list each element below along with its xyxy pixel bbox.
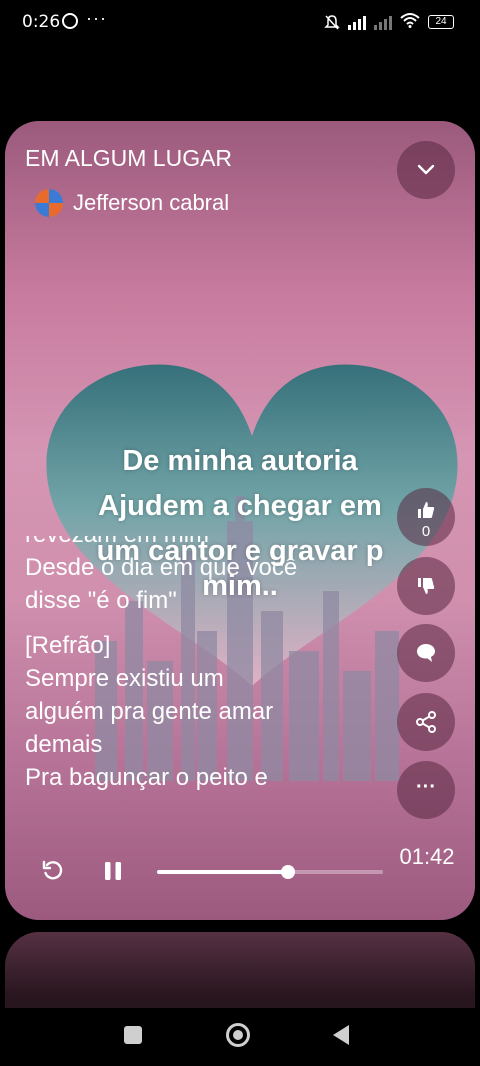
status-bar: 0:26 ··· 24	[0, 0, 480, 46]
lyrics-line: Pra bagunçar o peito e	[25, 764, 268, 791]
progress-handle[interactable]	[281, 865, 296, 879]
artist-name[interactable]: Jefferson cabral	[73, 190, 229, 216]
share-icon	[416, 711, 436, 733]
signal-icon	[348, 14, 366, 30]
status-more-icon: ···	[86, 8, 107, 28]
comment-action[interactable]	[397, 624, 455, 682]
progress-bar[interactable]	[157, 865, 383, 879]
artist-avatar[interactable]	[35, 189, 63, 217]
more-button[interactable]: ···	[397, 761, 455, 819]
status-time: 0:26	[22, 12, 61, 32]
recents-icon[interactable]	[124, 1026, 142, 1044]
share-button[interactable]	[397, 693, 455, 751]
collapse-button[interactable]	[397, 141, 455, 199]
playback-controls: 01:42	[5, 841, 475, 901]
chevron-down-icon	[417, 164, 435, 175]
share-action[interactable]	[397, 693, 455, 751]
bell-muted-icon	[324, 14, 340, 30]
lyrics-line: Sempre existiu um	[25, 665, 224, 692]
comment-button[interactable]	[397, 624, 455, 682]
pause-icon[interactable]	[102, 860, 124, 882]
home-icon[interactable]	[226, 1023, 250, 1047]
wifi-icon	[400, 12, 420, 31]
signal-2-icon	[374, 14, 392, 30]
player-card[interactable]: EM ALGUM LUGAR Jefferson cabral revezam …	[5, 121, 475, 920]
dislike-action[interactable]	[397, 557, 455, 615]
battery-icon: 24	[428, 14, 454, 29]
song-title: EM ALGUM LUGAR	[25, 145, 233, 171]
comment-icon	[417, 644, 435, 662]
progress-fill	[157, 870, 289, 874]
like-action[interactable]: 0	[397, 488, 455, 546]
like-count: 0	[421, 523, 431, 540]
lyrics-section: [Refrão]	[25, 632, 111, 659]
more-action[interactable]: ···	[397, 761, 455, 819]
dislike-button[interactable]	[397, 557, 455, 615]
whatsapp-icon	[62, 13, 78, 29]
like-button[interactable]: 0	[397, 488, 455, 546]
back-icon[interactable]	[333, 1025, 349, 1045]
next-card-preview[interactable]	[5, 932, 475, 1012]
thumbs-down-icon	[418, 578, 435, 594]
replay-icon[interactable]	[41, 859, 65, 883]
system-nav-bar	[0, 1008, 480, 1066]
overlay-line: De minha autoria	[122, 445, 358, 477]
lyrics-line: demais	[25, 731, 103, 758]
lyrics-line: alguém pra gente amar	[25, 698, 274, 725]
thumbs-up-icon	[418, 502, 435, 518]
more-icon: ···	[416, 775, 436, 798]
artist-row[interactable]: Jefferson cabral	[35, 189, 229, 217]
elapsed-time: 01:42	[399, 844, 455, 869]
